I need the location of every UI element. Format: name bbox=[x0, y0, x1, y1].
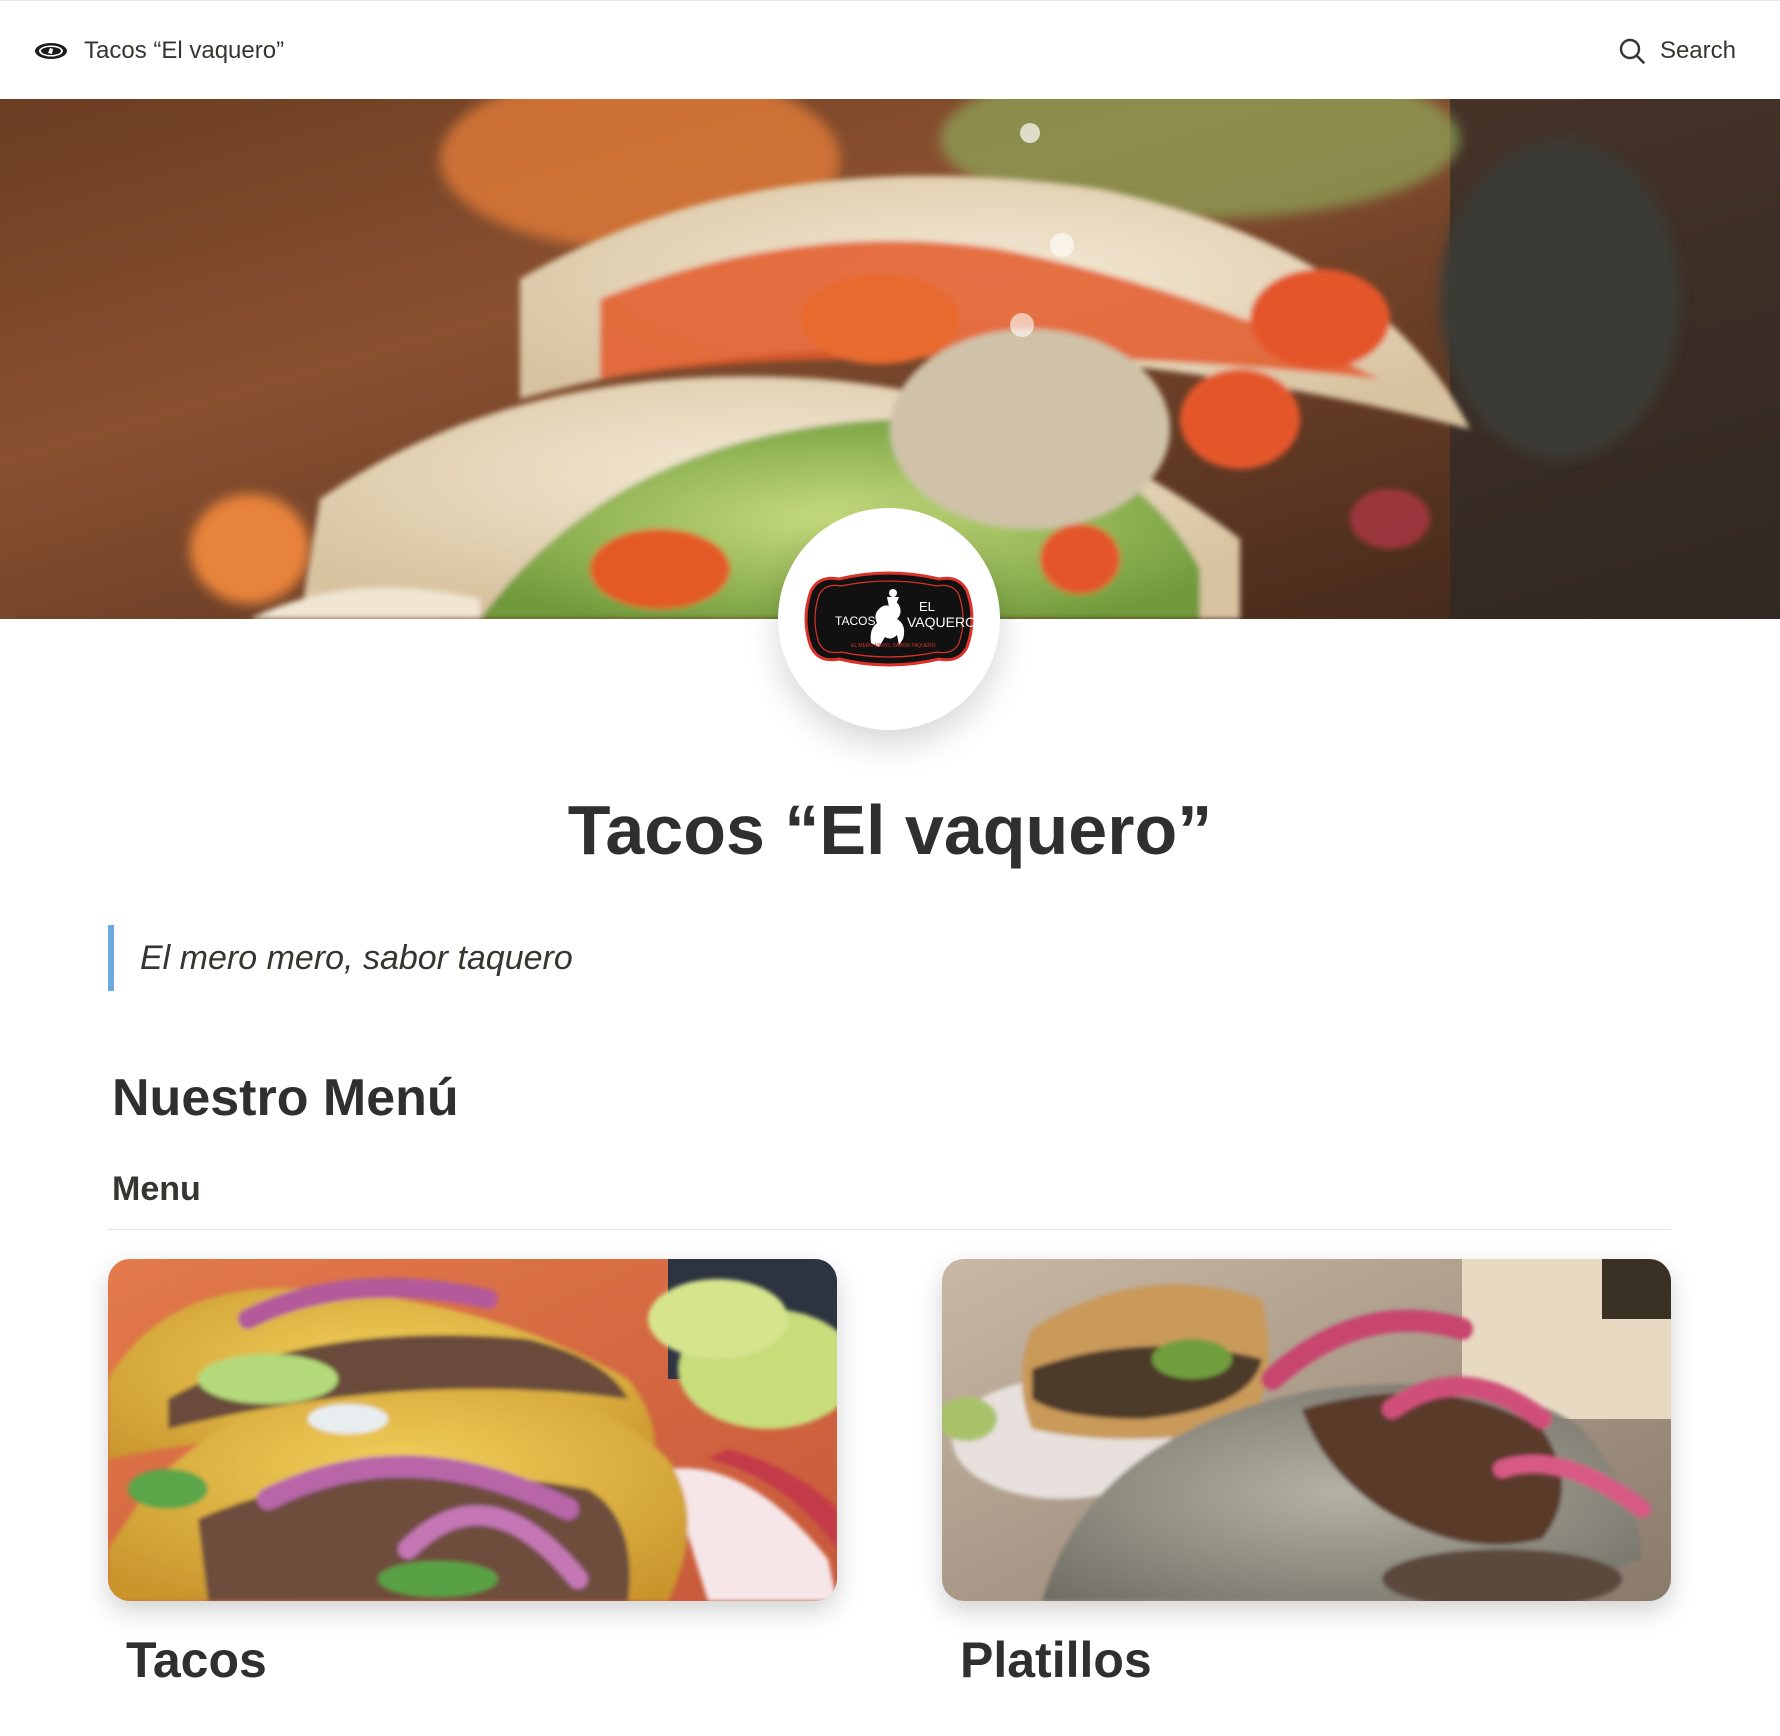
card-title-tacos[interactable]: Tacos bbox=[108, 1631, 837, 1689]
section-heading: Nuestro Menú bbox=[112, 1069, 459, 1127]
card-title-platillos[interactable]: Platillos bbox=[942, 1631, 1671, 1689]
menu-card-platillos[interactable]: Platillos bbox=[942, 1259, 1671, 1689]
el-vaquero-logo: TACOS EL VAQUERO EL MERO MERO, SABOR TAQ… bbox=[804, 571, 976, 667]
database-divider bbox=[108, 1229, 1671, 1230]
svg-text:EL: EL bbox=[919, 599, 935, 614]
page-quote: El mero mero, sabor taquero bbox=[108, 925, 573, 991]
search-label: Search bbox=[1659, 37, 1736, 64]
site-brand[interactable]: Tacos “El vaquero” bbox=[34, 31, 284, 71]
svg-text:TACOS: TACOS bbox=[835, 614, 875, 628]
page-logo: TACOS EL VAQUERO EL MERO MERO, SABOR TAQ… bbox=[778, 508, 1000, 730]
svg-text:EL MERO MERO, SABOR TAQUERO: EL MERO MERO, SABOR TAQUERO bbox=[851, 643, 936, 649]
svg-text:VAQUERO: VAQUERO bbox=[907, 614, 976, 630]
database-title[interactable]: Menu bbox=[112, 1170, 201, 1209]
card-image-tacos[interactable] bbox=[108, 1259, 837, 1601]
page-title: Tacos “El vaquero” bbox=[567, 791, 1213, 869]
top-bar: Tacos “El vaquero” Search bbox=[0, 0, 1780, 99]
site-title: Tacos “El vaquero” bbox=[84, 37, 285, 64]
logo-icon bbox=[34, 41, 68, 61]
card-image-platillos[interactable] bbox=[942, 1259, 1671, 1601]
menu-card-tacos[interactable]: Tacos bbox=[108, 1259, 837, 1689]
search-button[interactable]: Search bbox=[1618, 31, 1736, 71]
quote-text: El mero mero, sabor taquero bbox=[140, 938, 573, 977]
page: Tacos “El vaquero” Search TACOS EL VAQUE… bbox=[0, 0, 1780, 1736]
search-icon bbox=[1618, 37, 1646, 65]
